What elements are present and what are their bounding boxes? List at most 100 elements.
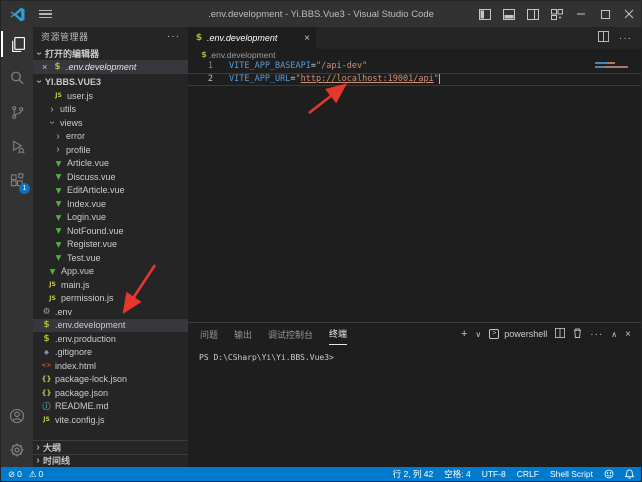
chevron-down-icon: › <box>34 76 45 88</box>
extensions-icon[interactable]: 1 <box>1 163 33 197</box>
chevron-right-icon: › <box>33 442 43 453</box>
tree-item-index-html[interactable]: <>index.html <box>33 359 188 373</box>
open-editors-section-header[interactable]: › 打开的编辑器 <box>33 46 188 60</box>
tree-item-app-vue[interactable]: ▼App.vue <box>33 265 188 279</box>
explorer-icon[interactable] <box>1 27 33 61</box>
panel-tab-问题[interactable]: 问题 <box>200 323 218 345</box>
errors-icon: ⊘ <box>8 469 15 480</box>
tree-item-label: index.html <box>55 361 96 371</box>
tab-env-development[interactable]: $ .env.development × <box>188 27 316 49</box>
code-line-2[interactable]: 2VITE_APP_URL="http://localhost:19001/ap… <box>188 73 641 86</box>
code-line-1[interactable]: 1VITE_APP_BASEAPI="/api-dev" <box>188 60 641 73</box>
sidebar-more-actions-icon[interactable]: ··· <box>167 31 180 42</box>
terminal-dropdown-icon[interactable]: ∨ <box>475 330 481 339</box>
status-item[interactable]: CRLF <box>517 468 539 480</box>
url-link[interactable]: http://localhost:19001/api <box>301 74 434 84</box>
source-control-icon[interactable] <box>1 95 33 129</box>
tree-item-label: utils <box>60 104 76 114</box>
tree-item-article-vue[interactable]: ▼Article.vue <box>33 157 188 171</box>
shell-file-icon: $ <box>41 320 52 330</box>
minimize-icon[interactable] <box>569 1 593 27</box>
project-root-header[interactable]: › YI.BBS.VUE3 <box>33 74 188 89</box>
tree-item--env[interactable]: ⚙.env <box>33 305 188 319</box>
bottom-panel: 问题输出调试控制台终端 + ∨ > powershell ··· ∧ <box>188 322 641 467</box>
outline-section-header[interactable]: › 大纲 <box>33 440 188 454</box>
tree-item-package-lock-json[interactable]: {}package-lock.json <box>33 373 188 387</box>
terminal-shell-label[interactable]: powershell <box>504 329 547 339</box>
vue-file-icon: ▼ <box>53 172 64 181</box>
project-root-label: YI.BBS.VUE3 <box>45 77 101 87</box>
tree-item-index-vue[interactable]: ▼Index.vue <box>33 197 188 211</box>
new-terminal-icon[interactable]: + <box>461 328 467 340</box>
tree-item-register-vue[interactable]: ▼Register.vue <box>33 238 188 252</box>
tree-item-vite-config-js[interactable]: JSvite.config.js <box>33 413 188 427</box>
timeline-label: 时间线 <box>43 454 70 467</box>
panel-tab-输出[interactable]: 输出 <box>234 323 252 345</box>
close-editor-icon[interactable]: × <box>42 62 52 72</box>
settings-gear-icon[interactable] <box>1 433 33 467</box>
vue-file-icon: ▼ <box>53 253 64 262</box>
terminal[interactable]: PS D:\CSharp\Yi\Yi.BBS.Vue3> <box>188 345 641 467</box>
tree-item-test-vue[interactable]: ▼Test.vue <box>33 251 188 265</box>
tree-item-notfound-vue[interactable]: ▼NotFound.vue <box>33 224 188 238</box>
tree-item-user-js[interactable]: JSuser.js <box>33 89 188 103</box>
split-editor-icon[interactable] <box>598 29 609 47</box>
problems-status[interactable]: ⊘ 0 ⚠ 0 <box>8 469 43 480</box>
tree-item-label: Article.vue <box>67 158 109 168</box>
search-icon[interactable] <box>1 61 33 95</box>
status-item[interactable]: 空格: 4 <box>444 468 470 480</box>
panel-tab-调试控制台[interactable]: 调试控制台 <box>268 323 313 345</box>
json-file-icon: {} <box>41 389 52 397</box>
chevron-down-icon: › <box>34 47 45 59</box>
editor-more-actions-icon[interactable]: ··· <box>619 33 632 44</box>
minimap[interactable] <box>595 60 637 90</box>
status-item[interactable]: Shell Script <box>550 468 593 480</box>
timeline-section-header[interactable]: › 时间线 <box>33 454 188 468</box>
tree-item-label: vite.config.js <box>55 415 105 425</box>
panel-tab-终端[interactable]: 终端 <box>329 323 347 345</box>
maximize-panel-icon[interactable]: ∧ <box>611 330 617 339</box>
tree-item-label: .env.development <box>55 320 125 330</box>
status-item[interactable]: 行 2, 列 42 <box>393 468 434 480</box>
notifications-bell-icon[interactable] <box>625 469 634 479</box>
vscode-logo-icon <box>10 7 25 22</box>
tree-item-editarticle-vue[interactable]: ▼EditArticle.vue <box>33 184 188 198</box>
run-debug-icon[interactable] <box>1 129 33 163</box>
tree-item-login-vue[interactable]: ▼Login.vue <box>33 211 188 225</box>
toggle-sidebar-icon[interactable] <box>473 1 497 27</box>
feedback-icon[interactable] <box>604 469 614 479</box>
toggle-panel-icon[interactable] <box>497 1 521 27</box>
maximize-icon[interactable] <box>593 1 617 27</box>
chevron-down-icon: › <box>47 118 58 128</box>
tree-item-error[interactable]: ›error <box>33 130 188 144</box>
js-file-icon: JS <box>47 295 58 302</box>
close-panel-icon[interactable]: × <box>625 329 631 340</box>
editor-tab-bar: $ .env.development × ··· <box>188 27 641 49</box>
tree-item-readme-md[interactable]: ⓘREADME.md <box>33 400 188 414</box>
tree-item--env-production[interactable]: $.env.production <box>33 332 188 346</box>
customize-layout-icon[interactable] <box>545 1 569 27</box>
tree-item-main-js[interactable]: JSmain.js <box>33 278 188 292</box>
account-icon[interactable] <box>1 399 33 433</box>
split-terminal-icon[interactable] <box>555 328 565 341</box>
chevron-right-icon: › <box>47 104 57 115</box>
toggle-secondary-sidebar-icon[interactable] <box>521 1 545 27</box>
breadcrumb[interactable]: $ .env.development <box>188 49 641 60</box>
tree-item-package-json[interactable]: {}package.json <box>33 386 188 400</box>
tab-close-icon[interactable]: × <box>304 33 310 44</box>
open-editor-item-env-development[interactable]: × $ .env.development <box>33 60 188 74</box>
tree-item-permission-js[interactable]: JSpermission.js <box>33 292 188 306</box>
tree-item-utils[interactable]: ›utils <box>33 103 188 117</box>
code-editor[interactable]: 1VITE_APP_BASEAPI="/api-dev"2VITE_APP_UR… <box>188 60 641 322</box>
panel-more-actions-icon[interactable]: ··· <box>590 329 603 340</box>
status-item[interactable]: UTF-8 <box>482 468 506 480</box>
terminal-prompt: PS D:\CSharp\Yi\Yi.BBS.Vue3> <box>199 353 334 362</box>
kill-terminal-icon[interactable] <box>573 328 582 341</box>
tree-item-views[interactable]: ›views <box>33 116 188 130</box>
tree-item--gitignore[interactable]: ◆.gitignore <box>33 346 188 360</box>
close-icon[interactable] <box>617 1 641 27</box>
tree-item--env-development[interactable]: $.env.development <box>33 319 188 333</box>
menu-icon[interactable] <box>39 10 52 19</box>
tree-item-discuss-vue[interactable]: ▼Discuss.vue <box>33 170 188 184</box>
tree-item-profile[interactable]: ›profile <box>33 143 188 157</box>
